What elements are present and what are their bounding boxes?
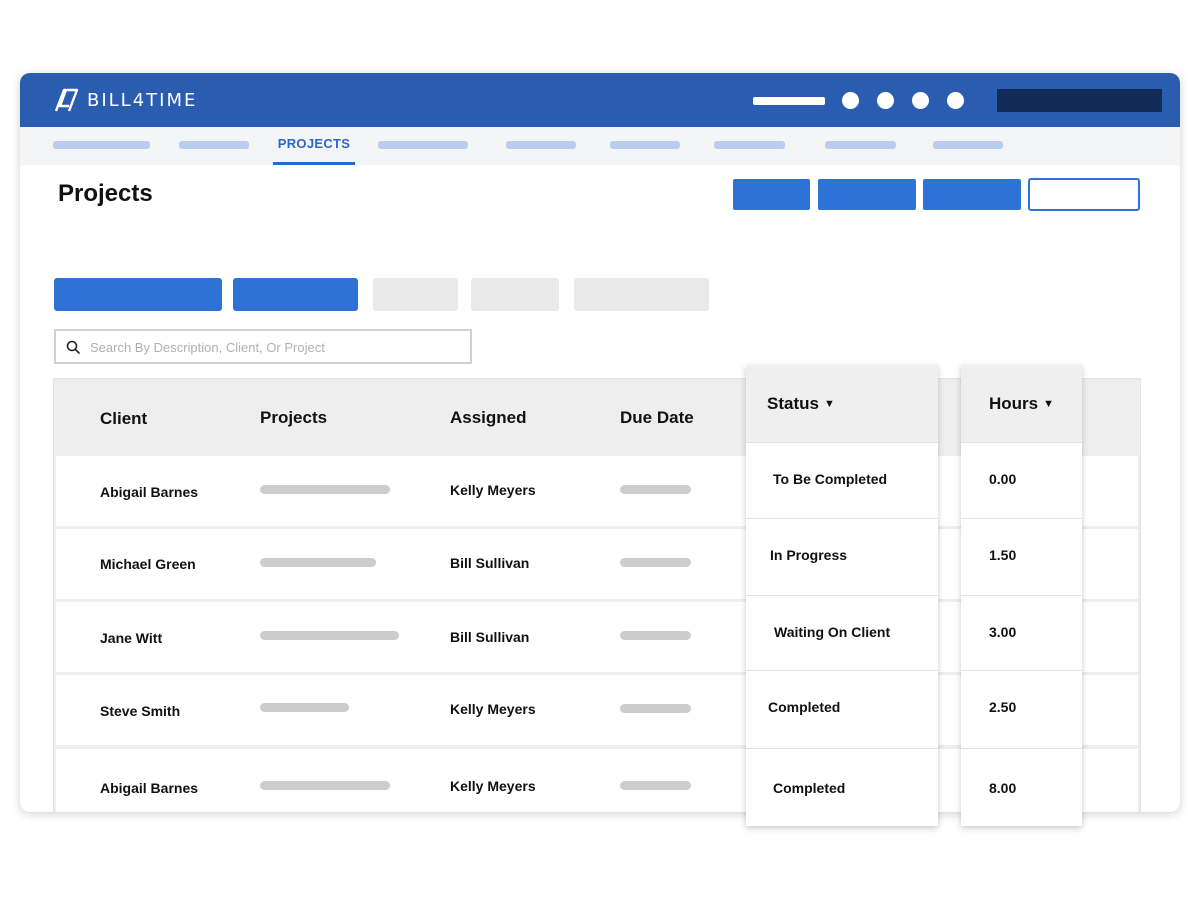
assigned-cell: Bill Sullivan — [450, 629, 530, 645]
filter-button-5[interactable] — [574, 278, 709, 311]
hours-text: 0.00 — [989, 471, 1017, 487]
header-outline-button[interactable] — [1028, 178, 1140, 211]
filter-button-3[interactable] — [373, 278, 458, 311]
nav-item-8[interactable] — [825, 141, 896, 149]
project-placeholder — [260, 631, 399, 640]
due-date-placeholder — [620, 704, 691, 713]
logo[interactable]: BILL4TIME — [53, 87, 197, 113]
client-cell: Jane Witt — [100, 630, 163, 646]
due-date-placeholder — [620, 558, 691, 567]
due-date-placeholder — [620, 631, 691, 640]
client-cell: Abigail Barnes — [100, 780, 199, 796]
assigned-cell: Kelly Meyers — [450, 482, 536, 498]
status-cell[interactable]: Completed — [746, 749, 938, 826]
status-header-label: Status — [767, 394, 819, 413]
hours-column-header[interactable]: Hours ▼ — [961, 365, 1082, 443]
header-action-button-3[interactable] — [923, 179, 1021, 210]
search-input[interactable] — [90, 337, 460, 357]
top-bar: BILL4TIME — [20, 73, 1180, 127]
filter-button-2[interactable] — [233, 278, 358, 311]
hours-cell[interactable]: 1.50 — [961, 519, 1082, 596]
status-column-header[interactable]: Status ▼ — [746, 365, 938, 443]
status-text: Completed — [773, 780, 846, 796]
status-text: In Progress — [770, 547, 848, 563]
column-header-due-date[interactable]: Due Date — [620, 408, 694, 428]
top-menu-placeholder[interactable] — [753, 97, 825, 105]
caret-down-icon[interactable]: ▼ — [1043, 398, 1054, 410]
assigned-cell: Kelly Meyers — [450, 701, 536, 717]
status-text: To Be Completed — [773, 471, 888, 487]
nav-item-9[interactable] — [933, 141, 1003, 149]
filter-button-1[interactable] — [54, 278, 222, 311]
header-action-button-1[interactable] — [733, 179, 810, 210]
due-date-placeholder — [620, 485, 691, 494]
hours-column-panel: Hours ▼ 0.00 1.50 3.00 2.50 8.00 — [961, 365, 1082, 826]
bill4time-logo-icon — [54, 88, 79, 112]
top-icon-4[interactable] — [947, 92, 964, 109]
top-search-field[interactable] — [997, 89, 1162, 112]
hours-text: 8.00 — [989, 780, 1017, 796]
hours-header-label: Hours — [989, 394, 1039, 413]
filter-button-4[interactable] — [471, 278, 559, 311]
status-text: Completed — [768, 699, 841, 715]
top-icon-1[interactable] — [842, 92, 859, 109]
status-cell[interactable]: To Be Completed — [746, 443, 938, 519]
nav-bar: PROJECTS — [20, 127, 1180, 165]
nav-item-7[interactable] — [714, 141, 785, 149]
search-icon — [66, 340, 80, 354]
column-header-client[interactable]: Client — [100, 409, 147, 429]
logo-text: BILL4TIME — [87, 89, 198, 111]
page-title: Projects — [58, 180, 153, 207]
assigned-cell: Bill Sullivan — [450, 555, 530, 571]
project-placeholder — [260, 703, 349, 712]
caret-down-icon[interactable]: ▼ — [824, 398, 835, 410]
client-cell: Michael Green — [100, 556, 196, 572]
nav-item-5[interactable] — [506, 141, 576, 149]
hours-cell[interactable]: 2.50 — [961, 671, 1082, 749]
status-text: Waiting On Client — [774, 624, 891, 640]
nav-item-2[interactable] — [179, 141, 249, 149]
hours-text: 1.50 — [989, 547, 1017, 563]
nav-item-4[interactable] — [378, 141, 468, 149]
hours-cell[interactable]: 8.00 — [961, 749, 1082, 826]
top-icon-2[interactable] — [877, 92, 894, 109]
hours-cell[interactable]: 3.00 — [961, 596, 1082, 671]
column-header-assigned[interactable]: Assigned — [450, 408, 527, 428]
assigned-cell: Kelly Meyers — [450, 778, 536, 794]
client-cell: Steve Smith — [100, 703, 181, 719]
status-cell[interactable]: In Progress — [746, 519, 938, 596]
hours-text: 2.50 — [989, 699, 1017, 715]
project-placeholder — [260, 558, 376, 567]
status-column-panel: Status ▼ To Be Completed In Progress Wait… — [746, 365, 938, 826]
tab-projects[interactable]: PROJECTS — [273, 136, 355, 165]
project-placeholder — [260, 485, 390, 494]
project-placeholder — [260, 781, 390, 790]
hours-text: 3.00 — [989, 624, 1017, 640]
nav-item-6[interactable] — [610, 141, 680, 149]
hours-cell[interactable]: 0.00 — [961, 443, 1082, 519]
top-icon-3[interactable] — [912, 92, 929, 109]
column-header-projects[interactable]: Projects — [260, 408, 327, 428]
due-date-placeholder — [620, 781, 691, 790]
search-box[interactable] — [54, 329, 472, 364]
nav-item-1[interactable] — [53, 141, 150, 149]
header-action-button-2[interactable] — [818, 179, 916, 210]
status-cell[interactable]: Completed — [746, 671, 938, 749]
client-cell: Abigail Barnes — [100, 484, 199, 500]
status-cell[interactable]: Waiting On Client — [746, 596, 938, 671]
